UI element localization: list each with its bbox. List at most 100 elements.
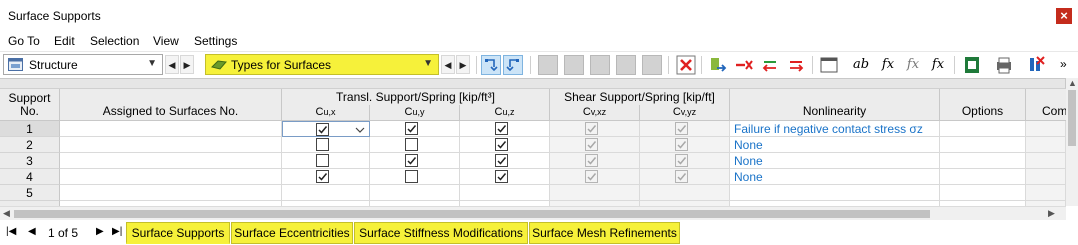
cvyz-cell[interactable]: [640, 185, 730, 201]
options-cell[interactable]: [940, 153, 1026, 169]
cuz-checkbox[interactable]: [495, 170, 508, 183]
cux-cell[interactable]: [282, 185, 370, 201]
assigned-surfaces-cell[interactable]: [60, 185, 282, 201]
cvxz-header[interactable]: Cv,xz: [550, 105, 640, 121]
next-icon[interactable]: ▶: [456, 55, 470, 74]
menu-edit[interactable]: Edit: [54, 34, 75, 48]
cvyz-header[interactable]: Cv,yz: [640, 105, 730, 121]
select-back-icon[interactable]: [503, 55, 523, 75]
scroll-right-icon[interactable]: ▶: [1048, 208, 1055, 219]
cux-cell[interactable]: [282, 137, 370, 153]
assigned-surfaces-cell[interactable]: [60, 121, 282, 137]
next-page-icon[interactable]: ▶: [96, 226, 104, 237]
row-number[interactable]: 3: [0, 153, 60, 169]
filter-clear-icon[interactable]: [1026, 55, 1046, 75]
cvyz-cell[interactable]: [640, 169, 730, 185]
nonlinearity-cell[interactable]: [730, 185, 940, 201]
chevron-down-icon[interactable]: [355, 126, 365, 134]
row-number[interactable]: 4: [0, 169, 60, 185]
cux-edit-dropdown[interactable]: [282, 121, 370, 137]
cvxz-cell[interactable]: [550, 121, 640, 137]
tab-surface-mesh-refinements[interactable]: Surface Mesh Refinements: [529, 222, 680, 244]
remove-icon[interactable]: [734, 55, 754, 75]
cux-header[interactable]: Cu,x: [282, 105, 370, 121]
scroll-thumb[interactable]: [1068, 90, 1076, 146]
cvxz-cell[interactable]: [550, 153, 640, 169]
comment-cell[interactable]: [1026, 153, 1066, 169]
cvyz-cell[interactable]: [640, 137, 730, 153]
cuy-checkbox[interactable]: [405, 138, 418, 151]
cuy-header[interactable]: Cu,y: [370, 105, 460, 121]
cvxz-cell[interactable]: [550, 137, 640, 153]
text-style-icon[interactable]: ab: [848, 55, 874, 75]
overflow-icon[interactable]: »: [1060, 57, 1067, 71]
insert-row-icon[interactable]: [564, 55, 584, 75]
table-icon[interactable]: [538, 55, 558, 75]
comment-cell[interactable]: [1026, 121, 1066, 137]
horizontal-scrollbar[interactable]: ◀ ▶: [0, 206, 1066, 220]
options-header[interactable]: Options: [940, 89, 1026, 121]
last-page-icon[interactable]: ▶|: [112, 226, 122, 237]
options-cell[interactable]: [940, 137, 1026, 153]
formula-edit-icon[interactable]: fx: [903, 55, 923, 75]
cvxz-cell[interactable]: [550, 169, 640, 185]
menu-view[interactable]: View: [153, 34, 179, 48]
next-icon[interactable]: ▶: [180, 55, 194, 74]
assigned-surfaces-cell[interactable]: [60, 137, 282, 153]
close-icon[interactable]: ×: [1056, 8, 1072, 24]
add-icon[interactable]: [590, 55, 610, 75]
cux-checkbox[interactable]: [316, 123, 329, 136]
formula-settings-icon[interactable]: fx: [928, 55, 948, 75]
comment-cell[interactable]: [1026, 137, 1066, 153]
cuz-cell[interactable]: [460, 185, 550, 201]
cuy-checkbox[interactable]: [405, 122, 418, 135]
cuy-checkbox[interactable]: [405, 170, 418, 183]
cux-checkbox[interactable]: [316, 138, 329, 151]
cuy-cell[interactable]: [370, 121, 460, 137]
options-cell[interactable]: [940, 121, 1026, 137]
assigned-surfaces-cell[interactable]: [60, 153, 282, 169]
scroll-thumb[interactable]: [14, 210, 930, 218]
cuz-cell[interactable]: [460, 137, 550, 153]
menu-settings[interactable]: Settings: [194, 34, 237, 48]
row-number[interactable]: 5: [0, 185, 60, 201]
nonlinearity-header[interactable]: Nonlinearity: [730, 89, 940, 121]
cuz-header[interactable]: Cu,z: [460, 105, 550, 121]
scroll-up-icon[interactable]: ▲: [1068, 78, 1077, 88]
types-for-surfaces-combo[interactable]: Types for Surfaces ▼: [205, 54, 439, 75]
options-cell[interactable]: [940, 185, 1026, 201]
cvyz-cell[interactable]: [640, 153, 730, 169]
copy-icon[interactable]: [616, 55, 636, 75]
move-right-icon[interactable]: [786, 55, 806, 75]
cuy-cell[interactable]: [370, 185, 460, 201]
comment-cell[interactable]: [1026, 169, 1066, 185]
delete-icon[interactable]: [676, 55, 696, 75]
support-no-header[interactable]: Support No.: [0, 89, 60, 121]
paste-icon[interactable]: [642, 55, 662, 75]
cux-cell[interactable]: [282, 153, 370, 169]
nonlinearity-cell[interactable]: None: [730, 153, 940, 169]
select-forward-icon[interactable]: [481, 55, 501, 75]
tab-surface-stiffness-modifications[interactable]: Surface Stiffness Modifications: [354, 222, 528, 244]
cux-checkbox[interactable]: [316, 154, 329, 167]
cuz-cell[interactable]: [460, 153, 550, 169]
row-number[interactable]: 1: [0, 121, 60, 137]
tab-surface-eccentricities[interactable]: Surface Eccentricities: [231, 222, 353, 244]
formula-icon[interactable]: fx: [878, 55, 898, 75]
cvxz-cell[interactable]: [550, 185, 640, 201]
nonlinearity-cell[interactable]: Failure if negative contact stress σz: [730, 121, 940, 137]
tab-surface-supports[interactable]: Surface Supports: [126, 222, 230, 244]
cuz-cell[interactable]: [460, 169, 550, 185]
prev-page-icon[interactable]: ◀: [28, 226, 36, 237]
cux-checkbox[interactable]: [316, 170, 329, 183]
first-page-icon[interactable]: |◀: [6, 226, 16, 237]
menu-go-to[interactable]: Go To: [8, 34, 40, 48]
cuz-checkbox[interactable]: [495, 138, 508, 151]
row-number[interactable]: 2: [0, 137, 60, 153]
assigned-surfaces-header[interactable]: Assigned to Surfaces No.: [60, 89, 282, 121]
cuy-cell[interactable]: [370, 153, 460, 169]
comment-cell[interactable]: [1026, 185, 1066, 201]
menu-selection[interactable]: Selection: [90, 34, 139, 48]
cuz-checkbox[interactable]: [495, 122, 508, 135]
window-icon[interactable]: [819, 55, 839, 75]
